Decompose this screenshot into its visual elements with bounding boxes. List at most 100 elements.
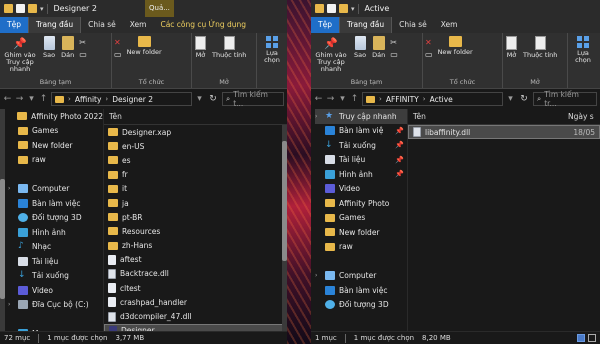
recent-chevron-icon[interactable]: ▾ <box>338 94 347 104</box>
nav-item[interactable]: Hình ảnh <box>8 225 103 240</box>
tab-home[interactable]: Trang đầu <box>338 17 393 33</box>
scrollbar-thumb[interactable] <box>0 179 5 299</box>
breadcrumb-item[interactable]: Active <box>430 95 453 104</box>
chevron-down-icon[interactable]: ▾ <box>40 5 44 13</box>
select-button[interactable]: Lựa chọn <box>568 36 598 88</box>
rename-icon[interactable]: ▭ <box>425 50 433 59</box>
recent-chevron-icon[interactable]: ▾ <box>27 94 36 104</box>
copy-button[interactable]: Sao <box>351 36 369 78</box>
breadcrumb-item[interactable]: Affinity <box>75 95 102 104</box>
file-row[interactable]: Resources <box>104 224 287 238</box>
tab-file[interactable]: Tệp <box>0 17 28 33</box>
file-row[interactable]: cltest <box>104 281 287 295</box>
column-name-header[interactable]: Tên <box>408 112 563 121</box>
nav-item[interactable]: Đối tượng 3D <box>8 211 103 226</box>
address-dropdown-icon[interactable]: ▾ <box>506 94 515 104</box>
new-folder-quick-icon[interactable] <box>339 4 348 13</box>
properties-quick-icon[interactable] <box>327 4 336 13</box>
nav-item[interactable]: › Đĩa Cục bộ (C:) <box>8 298 103 313</box>
nav-item[interactable]: Hình ảnh 📌 <box>315 167 407 182</box>
tab-view[interactable]: Xem <box>123 17 154 33</box>
nav-item[interactable]: New folder <box>315 225 407 240</box>
column-date-header[interactable]: Ngày s <box>563 112 594 121</box>
breadcrumb-item[interactable]: Designer 2 <box>112 95 153 104</box>
file-row[interactable]: pt-BR <box>104 210 287 224</box>
back-arrow-icon[interactable]: ← <box>314 94 323 104</box>
nav-item[interactable]: › Computer <box>8 182 103 197</box>
nav-item[interactable]: Affinity Photo <box>315 196 407 211</box>
file-row[interactable]: crashpad_handler <box>104 295 287 309</box>
chevron-right-icon[interactable]: › <box>8 185 14 192</box>
details-view-icon[interactable] <box>577 334 585 342</box>
column-name-header[interactable]: Tên <box>104 112 122 121</box>
manage-context-tab[interactable]: Quả... <box>145 0 174 17</box>
forward-arrow-icon[interactable]: → <box>326 94 335 104</box>
address-bar[interactable]: › Affinity › Designer 2 <box>51 92 192 106</box>
nav-item[interactable]: Video <box>8 283 103 298</box>
nav-item[interactable]: Games <box>8 124 103 139</box>
forward-arrow-icon[interactable]: → <box>15 94 24 104</box>
file-row[interactable]: d3dcompiler_47.dll <box>104 309 287 323</box>
pin-quick-access-button[interactable]: 📌 Ghim vào Truy cập nhanh <box>0 36 40 78</box>
nav-item[interactable]: Bàn làm việ 📌 <box>315 124 407 139</box>
file-row[interactable]: aftest <box>104 253 287 267</box>
rename-icon[interactable]: ▭ <box>114 50 122 59</box>
file-row[interactable]: Designer.xap <box>104 125 287 139</box>
tab-share[interactable]: Chia sẻ <box>81 17 123 33</box>
properties-button[interactable]: Thuộc tính <box>520 36 560 78</box>
nav-item[interactable]: Video <box>315 182 407 197</box>
tab-share[interactable]: Chia sẻ <box>392 17 434 33</box>
select-button[interactable]: Lựa chọn <box>257 36 287 88</box>
chevron-right-icon[interactable]: › <box>315 113 321 120</box>
nav-item[interactable]: Bàn làm việc <box>8 196 103 211</box>
delete-icon[interactable]: ✕ <box>114 38 122 47</box>
nav-item[interactable]: › Computer <box>315 269 407 284</box>
scrollbar[interactable] <box>0 109 5 331</box>
breadcrumb-item[interactable]: AFFINITY <box>386 95 419 104</box>
address-dropdown-icon[interactable]: ▾ <box>195 94 204 104</box>
nav-item[interactable]: Affinity Photo 2022 <box>8 109 103 124</box>
file-row[interactable]: it <box>104 182 287 196</box>
nav-item[interactable]: ↓ Tải xuống <box>8 269 103 284</box>
delete-icon[interactable]: ✕ <box>425 38 433 47</box>
file-row[interactable]: es <box>104 153 287 167</box>
nav-item[interactable]: raw <box>8 153 103 168</box>
nav-item[interactable]: › ★ Truy cập nhanh <box>315 109 407 124</box>
chevron-down-icon[interactable]: ▾ <box>351 5 355 13</box>
open-button[interactable]: Mở <box>503 36 520 78</box>
tab-home[interactable]: Trang đầu <box>27 17 82 33</box>
new-folder-quick-icon[interactable] <box>28 4 37 13</box>
large-icons-view-icon[interactable] <box>588 334 596 342</box>
cut-icon[interactable]: ✂ <box>390 38 398 47</box>
new-folder-button[interactable]: New folder <box>435 36 476 78</box>
nav-item[interactable]: ♪ Nhạc <box>8 240 103 255</box>
copy-button[interactable]: Sao <box>40 36 58 78</box>
pin-quick-access-button[interactable]: 📌 Ghim vào Truy cập nhanh <box>311 36 351 78</box>
nav-item[interactable]: Bàn làm việc <box>315 283 407 298</box>
open-button[interactable]: Mở <box>192 36 209 78</box>
file-row[interactable]: fr <box>104 168 287 182</box>
file-row[interactable]: ja <box>104 196 287 210</box>
file-row[interactable]: en-US <box>104 139 287 153</box>
file-row[interactable]: libaffinity.dll 18/05 <box>408 125 600 140</box>
new-folder-button[interactable]: New folder <box>124 36 165 78</box>
search-box[interactable]: ⌕ Tìm kiếm t... <box>222 90 284 108</box>
refresh-icon[interactable]: ↻ <box>518 94 530 104</box>
tab-file[interactable]: Tệp <box>311 17 339 33</box>
file-row[interactable]: Designer <box>104 323 287 331</box>
file-row[interactable]: Backtrace.dll <box>104 267 287 281</box>
tab-application-tools[interactable]: Các công cụ Ứng dụng <box>153 17 253 33</box>
cut-icon[interactable]: ✂ <box>79 38 87 47</box>
refresh-icon[interactable]: ↻ <box>207 94 219 104</box>
properties-quick-icon[interactable] <box>16 4 25 13</box>
search-box[interactable]: ⌕ Tìm kiếm tr... <box>533 90 597 108</box>
nav-item[interactable]: Tài liệu 📌 <box>315 153 407 168</box>
chevron-right-icon[interactable]: › <box>315 272 321 279</box>
copy-path-icon[interactable]: ▭ <box>79 50 87 59</box>
back-arrow-icon[interactable]: ← <box>3 94 12 104</box>
paste-button[interactable]: Dán <box>58 36 77 78</box>
up-arrow-icon[interactable]: ↑ <box>39 94 48 104</box>
nav-item[interactable]: raw <box>315 240 407 255</box>
chevron-right-icon[interactable]: › <box>8 301 14 308</box>
up-arrow-icon[interactable]: ↑ <box>350 94 359 104</box>
